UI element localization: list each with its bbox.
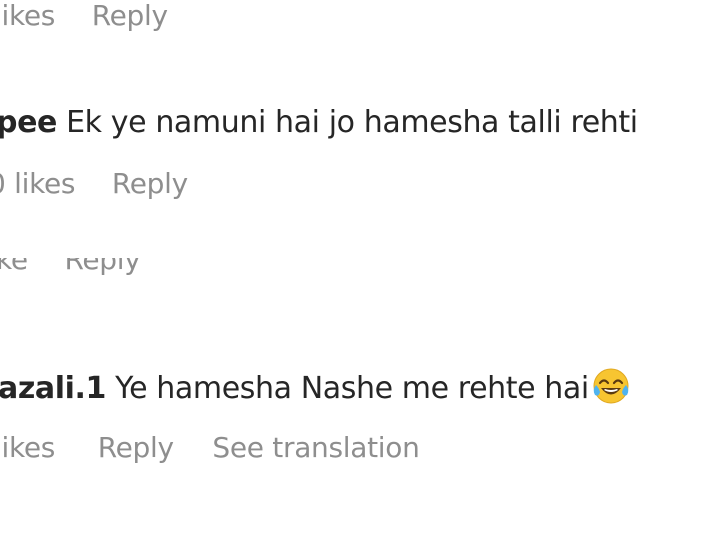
comment-meta-row: likes Reply See translation — [0, 434, 420, 462]
comment-text: Ye hamesha Nashe me rehte hai — [115, 371, 589, 406]
comment-meta-row: 0 likes Reply — [0, 170, 188, 198]
comment-text: Ek ye namuni hai jo hamesha talli rehti — [66, 105, 638, 140]
face-with-tears-of-joy-icon — [591, 366, 631, 406]
likes-count[interactable]: likes — [0, 2, 55, 30]
reply-link[interactable]: Reply — [112, 170, 188, 198]
reply-link[interactable]: Reply — [98, 434, 174, 462]
comment-username[interactable]: azali.1 — [0, 371, 106, 406]
likes-count[interactable]: likes — [0, 434, 55, 462]
comment-row: azali.1 Ye hamesha Nashe me rehte hai — [0, 366, 631, 406]
reply-link[interactable]: Reply — [92, 2, 168, 30]
likes-count[interactable]: 0 likes — [0, 170, 76, 198]
see-translation-link[interactable]: See translation — [212, 434, 419, 462]
comment-username[interactable]: pee — [0, 105, 57, 140]
comment-row: pee Ek ye namuni hai jo hamesha talli re… — [0, 108, 638, 138]
reply-link[interactable]: Reply — [64, 258, 140, 274]
like-link[interactable]: ke — [0, 258, 28, 274]
comment-meta-row: likes Reply — [0, 2, 168, 30]
comment-meta-row-clipped: ke Reply — [0, 258, 200, 286]
